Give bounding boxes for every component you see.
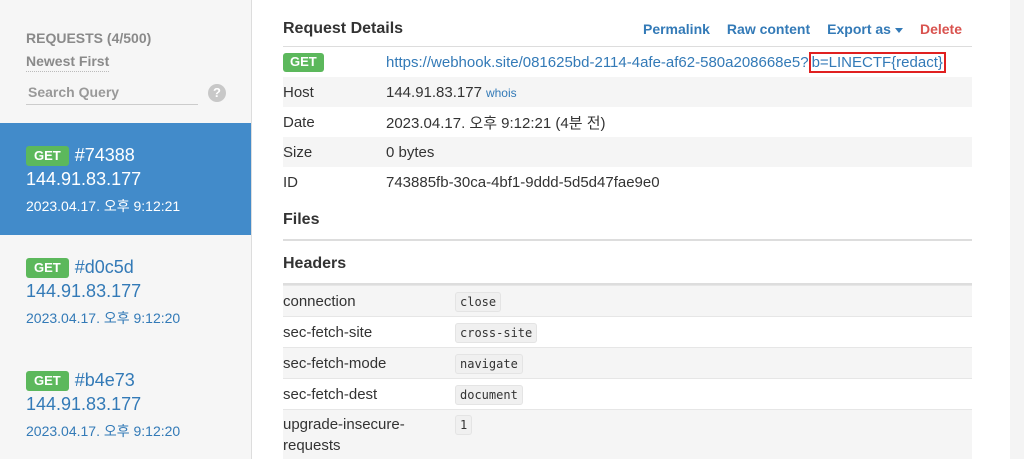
headers-table: connection close sec-fetch-site cross-si… [283,285,972,459]
date-label: Date [283,113,315,131]
url-query-highlight: b=LINECTF{redact} [808,51,946,73]
request-ip: 144.91.83.177 [26,394,142,414]
header-value: navigate [455,353,523,374]
header-value: document [455,384,523,405]
request-url-link[interactable]: https://webhook.site/081625bd-2114-4afe-… [386,51,946,73]
request-sidebar: REQUESTS (4/500) Newest First ? GET #743… [0,0,252,459]
request-date: 2023.04.17. 오후 9:12:21 [26,198,181,214]
method-badge: GET [26,370,69,391]
header-value: cross-site [455,322,538,343]
requests-count-title: REQUESTS (4/500) [26,30,152,46]
sort-order-toggle[interactable]: Newest First [26,53,110,72]
request-details-title: Request Details [283,20,404,37]
url-base: https://webhook.site/081625bd-2114-4afe-… [386,53,809,71]
request-id: #b4e73 [74,370,135,390]
table-row: upgrade-insecure-requests 1 [283,409,972,459]
request-ip: 144.91.83.177 [26,169,142,189]
request-detail-panel: Request Details Permalink Raw content Ex… [252,0,1024,459]
id-value: 743885fb-30ca-4bf1-9ddd-5d5d47fae9e0 [386,173,660,191]
delete-link[interactable]: Delete [920,21,962,37]
permalink-link[interactable]: Permalink [643,21,710,37]
table-row: sec-fetch-mode navigate [283,347,972,379]
header-value: 1 [455,415,473,435]
header-name: sec-fetch-mode [283,347,455,379]
table-row: sec-fetch-site cross-site [283,316,972,348]
method-badge: GET [283,52,324,72]
table-row: connection close [283,285,972,317]
header-name: sec-fetch-site [283,316,455,348]
header-name: sec-fetch-dest [283,378,455,410]
method-badge: GET [26,257,69,278]
search-input[interactable] [26,80,198,105]
header-value: close [455,291,502,312]
files-heading: Files [283,197,972,241]
headers-heading: Headers [283,241,972,285]
request-id: #d0c5d [74,257,134,277]
request-list-item[interactable]: GET #d0c5d 144.91.83.177 2023.04.17. 오후 … [0,235,251,347]
help-icon[interactable]: ? [208,84,226,102]
request-ip: 144.91.83.177 [26,281,142,301]
host-label: Host [283,77,386,107]
whois-link[interactable]: whois [486,86,517,100]
size-label: Size [283,137,386,167]
request-list-item[interactable]: GET #74388 144.91.83.177 2023.04.17. 오후 … [0,123,251,235]
method-badge: GET [26,145,69,166]
scrollbar[interactable] [1010,0,1024,459]
table-row: sec-fetch-dest document [283,378,972,410]
date-value: 2023.04.17. 오후 9:12:21 (4분 전) [386,114,606,132]
request-date: 2023.04.17. 오후 9:12:20 [26,310,181,326]
id-label: ID [283,173,298,191]
request-id: #74388 [74,145,135,165]
request-list-item[interactable]: GET #b4e73 144.91.83.177 2023.04.17. 오후 … [0,348,251,459]
export-as-label: Export as [827,21,891,37]
header-name: connection [283,285,455,317]
caret-down-icon [894,27,903,33]
host-value: 144.91.83.177 [386,83,482,101]
raw-content-link[interactable]: Raw content [727,21,810,37]
request-date: 2023.04.17. 오후 9:12:20 [26,423,181,439]
request-details-table: GET https://webhook.site/081625bd-2114-4… [283,47,972,197]
export-as-dropdown[interactable]: Export as [827,21,903,37]
header-name: upgrade-insecure-requests [283,409,455,459]
size-value: 0 bytes [386,137,972,167]
